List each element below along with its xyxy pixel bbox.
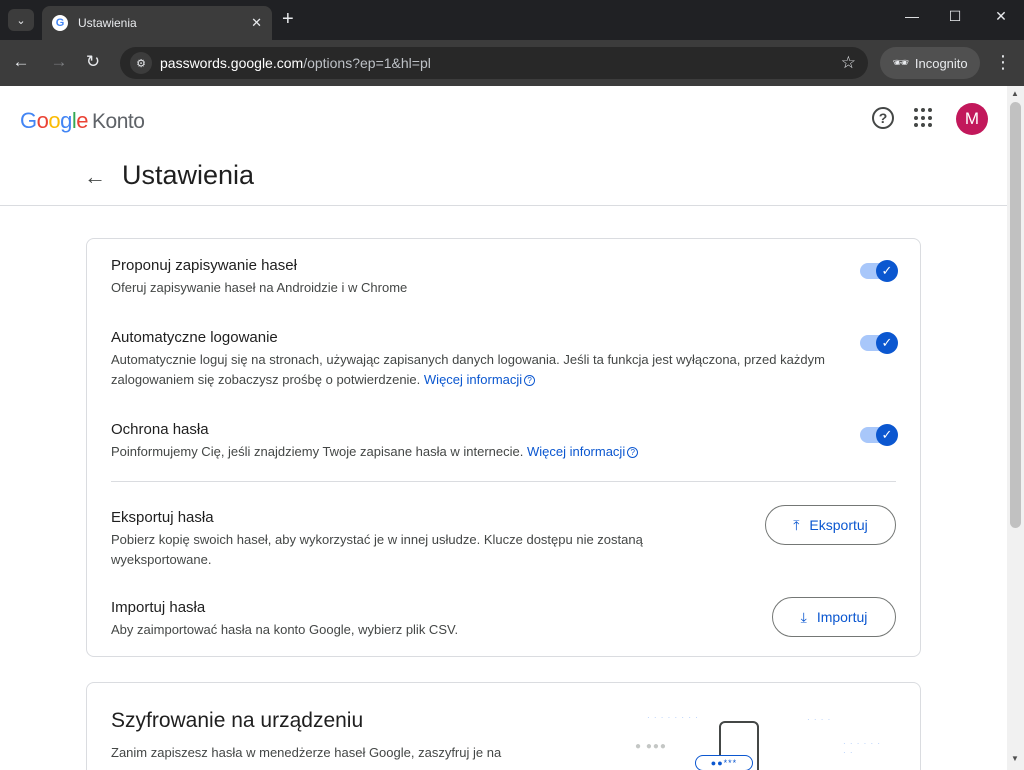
setting-title: Ochrona hasła: [111, 421, 209, 438]
settings-card: Proponuj zapisywanie haseł Oferuj zapisy…: [86, 238, 921, 657]
help-icon[interactable]: ?: [872, 107, 894, 129]
page-back-arrow-icon[interactable]: ←: [84, 164, 106, 190]
export-button[interactable]: ⤒ Eksportuj: [765, 505, 896, 545]
bookmark-star-icon[interactable]: ☆: [841, 53, 856, 73]
setting-import: Importuj hasła Aby zaimportować hasła na…: [111, 597, 896, 640]
incognito-label: Incognito: [914, 55, 968, 71]
auto-signin-learn-more-link[interactable]: Więcej informacji: [424, 372, 522, 387]
browser-menu-icon[interactable]: ⋮: [994, 53, 1012, 71]
check-icon: ✓: [876, 424, 898, 446]
header-divider: [0, 205, 1007, 206]
import-button[interactable]: ⤓ Importuj: [772, 597, 896, 637]
setting-description: Oferuj zapisywanie haseł na Androidzie i…: [111, 280, 408, 295]
tab-search-chevron-icon[interactable]: ⌄: [8, 9, 34, 31]
page-scrollbar[interactable]: ▲ ▼: [1007, 86, 1024, 770]
url-host: passwords.google.com: [160, 55, 304, 71]
encrypted-password-pill: ●●***: [695, 755, 753, 770]
setting-password-protection: Ochrona hasła Poinformujemy Cię, jeśli z…: [111, 421, 898, 462]
encryption-description: Zanim zapiszesz hasła w menedżerze haseł…: [111, 745, 502, 760]
scroll-up-icon[interactable]: ▲: [1011, 89, 1019, 98]
apps-grid-icon[interactable]: [914, 108, 934, 128]
maximize-icon[interactable]: ☐: [940, 8, 970, 25]
password-protection-toggle[interactable]: ✓: [860, 424, 898, 446]
setting-description: Automatycznie loguj się na stronach, uży…: [111, 350, 841, 390]
tab-close-icon[interactable]: ✕: [251, 15, 262, 31]
check-icon: ✓: [876, 260, 898, 282]
import-button-label: Importuj: [816, 609, 868, 625]
section-divider: [111, 481, 896, 482]
url-text[interactable]: passwords.google.com/options?ep=1&hl=pl: [160, 55, 841, 71]
scroll-down-icon[interactable]: ▼: [1011, 754, 1019, 763]
setting-auto-signin: Automatyczne logowanie Automatycznie log…: [111, 329, 898, 390]
page-title: Ustawienia: [122, 160, 255, 190]
site-info-icon[interactable]: ⚙: [130, 52, 152, 74]
url-path: /options?ep=1&hl=pl: [303, 55, 431, 71]
back-icon[interactable]: ←: [10, 52, 32, 72]
google-favicon-icon: G: [52, 15, 68, 31]
password-protection-desc-text: Poinformujemy Cię, jeśli znajdziemy Twoj…: [111, 444, 524, 459]
address-bar[interactable]: ⚙ passwords.google.com/options?ep=1&hl=p…: [120, 47, 868, 79]
password-protection-learn-more-link[interactable]: Więcej informacji: [527, 444, 625, 459]
setting-export: Eksportuj hasła Pobierz kopię swoich has…: [111, 505, 896, 570]
encryption-illustration: · · · · · · · · · · · · ● ●●● · · · · · …: [627, 711, 887, 770]
setting-offer-save: Proponuj zapisywanie haseł Oferuj zapisy…: [111, 257, 898, 298]
download-icon: ⤓: [800, 608, 807, 625]
check-icon: ✓: [876, 332, 898, 354]
encryption-card: Szyfrowanie na urządzeniu Zanim zapiszes…: [86, 682, 921, 770]
page-content: Google Konto ? M ← Ustawienia Proponuj za…: [0, 86, 1007, 770]
browser-tab[interactable]: G Ustawienia ✕: [42, 6, 272, 40]
export-button-label: Eksportuj: [809, 517, 868, 533]
avatar[interactable]: M: [956, 103, 988, 135]
new-tab-plus-icon[interactable]: +: [282, 8, 294, 30]
upload-icon: ⤒: [793, 516, 800, 533]
help-circle-icon[interactable]: ?: [627, 447, 639, 458]
incognito-indicator[interactable]: 🕶 Incognito: [880, 47, 980, 79]
setting-description: Aby zaimportować hasła na konto Google, …: [111, 622, 459, 637]
logo-product-name: Konto: [92, 110, 145, 133]
help-circle-icon[interactable]: ?: [524, 375, 536, 386]
setting-description: Poinformujemy Cię, jeśli znajdziemy Twoj…: [111, 442, 841, 462]
scroll-thumb[interactable]: [1010, 102, 1021, 528]
incognito-icon: 🕶: [892, 55, 909, 70]
window-close-icon[interactable]: ✕: [986, 8, 1016, 25]
tab-title: Ustawienia: [78, 16, 137, 30]
encryption-title: Szyfrowanie na urządzeniu: [111, 709, 364, 732]
reload-icon[interactable]: ↻: [82, 52, 104, 72]
google-account-logo[interactable]: Google Konto: [20, 108, 145, 134]
setting-title: Automatyczne logowanie: [111, 329, 278, 346]
forward-icon[interactable]: →: [48, 52, 70, 72]
tab-strip: ⌄ G Ustawienia ✕ + — ☐ ✕: [0, 0, 1024, 40]
minimize-icon[interactable]: —: [897, 8, 927, 24]
setting-description: Pobierz kopię swoich haseł, aby wykorzys…: [111, 532, 643, 567]
offer-save-toggle[interactable]: ✓: [860, 260, 898, 282]
auto-signin-toggle[interactable]: ✓: [860, 332, 898, 354]
browser-toolbar: ← → ↻ ⚙ passwords.google.com/options?ep=…: [0, 40, 1024, 86]
setting-title: Proponuj zapisywanie haseł: [111, 257, 297, 274]
